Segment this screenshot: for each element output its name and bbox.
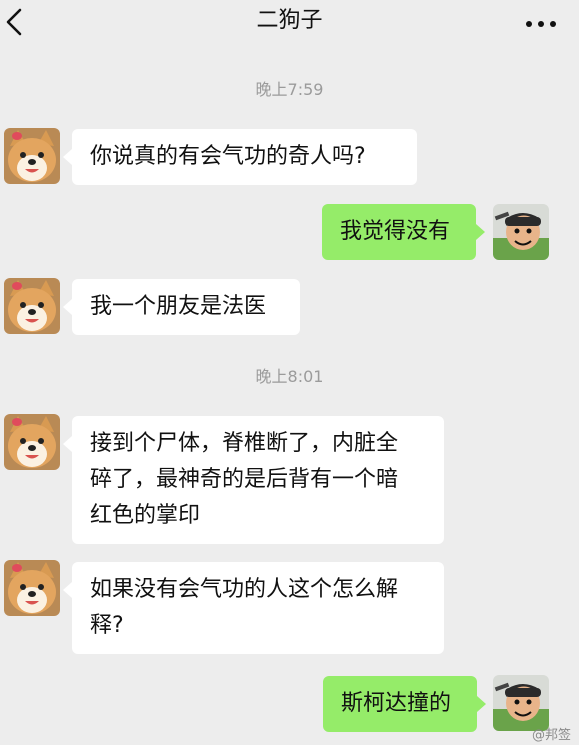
message-bubble[interactable]: 如果没有会气功的人这个怎么解 释? <box>63 562 444 654</box>
message-bubble[interactable]: 你说真的有会气功的奇人吗? <box>63 129 417 185</box>
shiba-dog-avatar[interactable] <box>4 278 60 334</box>
shiba-dog-avatar[interactable] <box>4 414 60 470</box>
message-text: 斯柯达撞的 <box>341 691 452 716</box>
message-text-line: 释? <box>90 613 124 638</box>
message-text: 你说真的有会气功的奇人吗? <box>90 144 366 169</box>
message-text: 我一个朋友是法医 <box>90 294 267 319</box>
message-bubble[interactable]: 接到个尸体，脊椎断了，内脏全 碎了，最神奇的是后背有一个暗 红色的掌印 <box>63 416 444 544</box>
message-bubble[interactable]: 斯柯达撞的 <box>323 676 486 732</box>
cartoon-man-avatar[interactable] <box>493 675 549 731</box>
message-text-line: 接到个尸体，脊椎断了，内脏全 <box>90 431 399 456</box>
message-bubble[interactable]: 我一个朋友是法医 <box>63 279 300 335</box>
shiba-dog-avatar[interactable] <box>4 128 60 184</box>
message-text-line: 碎了，最神奇的是后背有一个暗 <box>90 467 399 492</box>
message-text: 我觉得没有 <box>340 219 451 244</box>
more-dots-icon[interactable] <box>525 14 557 27</box>
message-bubble[interactable]: 我觉得没有 <box>322 204 485 260</box>
chat-title: 二狗子 <box>256 8 323 33</box>
timestamp: 晚上8:01 <box>255 367 324 386</box>
message-text-line: 红色的掌印 <box>90 503 201 528</box>
cartoon-man-avatar[interactable] <box>493 204 549 260</box>
timestamp: 晚上7:59 <box>255 80 324 99</box>
chat-header: 二狗子 <box>0 0 579 48</box>
message-text-line: 如果没有会气功的人这个怎么解 <box>90 577 399 602</box>
watermark: @邦签 <box>531 728 571 743</box>
shiba-dog-avatar[interactable] <box>4 560 60 616</box>
